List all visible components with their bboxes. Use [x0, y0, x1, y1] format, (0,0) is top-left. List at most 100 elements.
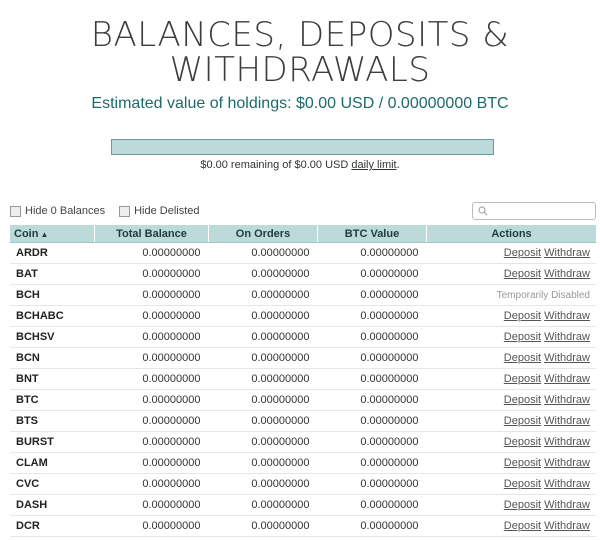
- withdraw-link[interactable]: Withdraw: [544, 520, 590, 532]
- table-row: BCH 0.00000000 0.00000000 0.00000000 Tempora…: [10, 284, 596, 306]
- table-row: CVC 0.00000000 0.00000000 0.00000000 Deposit…: [10, 473, 596, 495]
- withdraw-link[interactable]: Withdraw: [544, 457, 590, 469]
- deposit-link[interactable]: Deposit: [504, 457, 541, 469]
- btc-value-cell: 0.00000000: [317, 347, 427, 369]
- withdraw-link[interactable]: Withdraw: [544, 352, 590, 364]
- withdraw-link[interactable]: Withdraw: [544, 499, 590, 511]
- btc-value-cell: 0.00000000: [317, 452, 427, 474]
- coin-cell: BURST: [10, 431, 95, 453]
- btc-value-cell: 0.00000000: [317, 389, 427, 411]
- total-balance-cell: 0.00000000: [94, 515, 209, 537]
- total-balance-cell: 0.00000000: [94, 410, 209, 432]
- daily-limit-bar: [111, 139, 494, 155]
- hide-delisted-checkbox[interactable]: [119, 205, 131, 217]
- total-balance-cell: 0.00000000: [94, 347, 209, 369]
- deposit-link[interactable]: Deposit: [504, 373, 541, 385]
- actions-cell: Deposit Withdraw: [426, 515, 596, 537]
- total-balance-cell: 0.00000000: [94, 494, 209, 516]
- deposit-link[interactable]: Deposit: [504, 436, 541, 448]
- search-box[interactable]: [472, 202, 596, 220]
- btc-value-cell: 0.00000000: [317, 410, 427, 432]
- actions-cell: Deposit Withdraw: [426, 410, 596, 432]
- btc-value-cell: 0.00000000: [317, 326, 427, 348]
- on-orders-cell: 0.00000000: [208, 389, 318, 411]
- actions-cell: Deposit Withdraw: [426, 494, 596, 516]
- table-row: BURST 0.00000000 0.00000000 0.00000000 Depos…: [10, 431, 596, 453]
- daily-limit-link[interactable]: daily limit: [351, 159, 396, 171]
- table-row: DCR 0.00000000 0.00000000 0.00000000 Deposit…: [10, 515, 596, 537]
- table-row: BTC 0.00000000 0.00000000 0.00000000 Deposit…: [10, 389, 596, 411]
- withdraw-link[interactable]: Withdraw: [544, 373, 590, 385]
- coin-cell: ARDR: [10, 242, 95, 264]
- actions-cell: Deposit Withdraw: [426, 431, 596, 453]
- actions-cell: Deposit Withdraw: [426, 368, 596, 390]
- on-orders-cell: 0.00000000: [208, 326, 318, 348]
- btc-value-cell: 0.00000000: [317, 368, 427, 390]
- btc-value-cell: 0.00000000: [317, 494, 427, 516]
- total-balance-cell: 0.00000000: [94, 389, 209, 411]
- column-header-total-balance[interactable]: Total Balance: [94, 225, 209, 243]
- hide-zero-balances-checkbox[interactable]: [10, 205, 21, 217]
- withdraw-link[interactable]: Withdraw: [544, 394, 590, 406]
- deposit-link[interactable]: Deposit: [504, 247, 541, 259]
- deposit-link[interactable]: Deposit: [504, 415, 541, 427]
- actions-cell: Deposit Withdraw: [426, 326, 596, 348]
- table-row: BTS 0.00000000 0.00000000 0.00000000 Deposit…: [10, 410, 596, 432]
- deposit-link[interactable]: Deposit: [504, 331, 541, 343]
- table-row: BNT 0.00000000 0.00000000 0.00000000 Deposit…: [10, 368, 596, 390]
- on-orders-cell: 0.00000000: [208, 242, 318, 264]
- withdraw-link[interactable]: Withdraw: [544, 331, 590, 343]
- hide-zero-balances-toggle[interactable]: Hide 0 Balances: [10, 205, 105, 217]
- total-balance-cell: 0.00000000: [94, 368, 209, 390]
- on-orders-cell: 0.00000000: [208, 452, 318, 474]
- on-orders-cell: 0.00000000: [208, 263, 318, 285]
- on-orders-cell: 0.00000000: [208, 284, 318, 306]
- actions-cell: Deposit Withdraw: [426, 347, 596, 369]
- table-header-row: Coin ▲ Total Balance On Orders BTC Value …: [10, 225, 596, 243]
- deposit-link[interactable]: Deposit: [504, 499, 541, 511]
- actions-cell: Deposit Withdraw: [426, 452, 596, 474]
- coin-cell: BAT: [10, 263, 95, 285]
- withdraw-link[interactable]: Withdraw: [544, 415, 590, 427]
- coin-cell: BCN: [10, 347, 95, 369]
- btc-value-cell: 0.00000000: [317, 515, 427, 537]
- column-header-on-orders[interactable]: On Orders: [208, 225, 318, 243]
- table-row: BCHABC 0.00000000 0.00000000 0.00000000 Depo…: [10, 305, 596, 327]
- on-orders-cell: 0.00000000: [208, 305, 318, 327]
- withdraw-link[interactable]: Withdraw: [544, 436, 590, 448]
- withdraw-link[interactable]: Withdraw: [544, 310, 590, 322]
- actions-cell: Deposit Withdraw: [426, 263, 596, 285]
- total-balance-cell: 0.00000000: [94, 473, 209, 495]
- on-orders-cell: 0.00000000: [208, 368, 318, 390]
- on-orders-cell: 0.00000000: [208, 515, 318, 537]
- coin-cell: BNT: [10, 368, 95, 390]
- balance-filters: Hide 0 Balances Hide Delisted: [10, 205, 214, 217]
- table-row: BCN 0.00000000 0.00000000 0.00000000 Deposit…: [10, 347, 596, 369]
- on-orders-cell: 0.00000000: [208, 473, 318, 495]
- deposit-link[interactable]: Deposit: [504, 394, 541, 406]
- deposit-link[interactable]: Deposit: [504, 352, 541, 364]
- btc-value-cell: 0.00000000: [317, 284, 427, 306]
- total-balance-cell: 0.00000000: [94, 305, 209, 327]
- column-header-coin[interactable]: Coin ▲: [10, 225, 95, 243]
- deposit-link[interactable]: Deposit: [504, 268, 541, 280]
- actions-cell: Deposit Withdraw: [426, 242, 596, 264]
- withdraw-link[interactable]: Withdraw: [544, 478, 590, 490]
- deposit-link[interactable]: Deposit: [504, 310, 541, 322]
- btc-value-cell: 0.00000000: [317, 242, 427, 264]
- deposit-link[interactable]: Deposit: [504, 520, 541, 532]
- total-balance-cell: 0.00000000: [94, 431, 209, 453]
- btc-value-cell: 0.00000000: [317, 263, 427, 285]
- coin-cell: CVC: [10, 473, 95, 495]
- search-input[interactable]: [491, 204, 591, 217]
- column-header-btc-value[interactable]: BTC Value: [317, 225, 427, 243]
- withdraw-link[interactable]: Withdraw: [544, 268, 590, 280]
- on-orders-cell: 0.00000000: [208, 410, 318, 432]
- actions-cell: Deposit Withdraw: [426, 389, 596, 411]
- withdraw-link[interactable]: Withdraw: [544, 247, 590, 259]
- table-row: DASH 0.00000000 0.00000000 0.00000000 Deposi…: [10, 494, 596, 516]
- hide-delisted-toggle[interactable]: Hide Delisted: [119, 205, 200, 217]
- deposit-link[interactable]: Deposit: [504, 478, 541, 490]
- btc-value-cell: 0.00000000: [317, 305, 427, 327]
- sort-ascending-icon: ▲: [40, 229, 49, 239]
